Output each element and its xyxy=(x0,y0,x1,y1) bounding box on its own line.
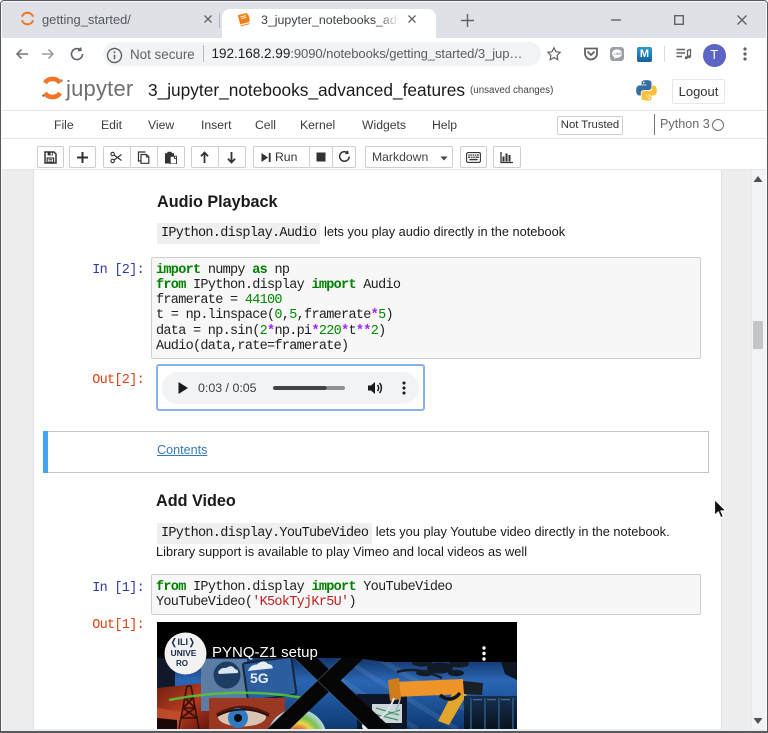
svg-text:RO: RO xyxy=(176,659,188,668)
svg-text:❬ILI❭: ❬ILI❭ xyxy=(170,637,196,648)
svg-text:5G: 5G xyxy=(250,670,269,686)
svg-text:LINE: LINE xyxy=(614,52,623,56)
svg-text:UNIVE: UNIVE xyxy=(171,648,197,658)
svg-text:PYNQ-Z1 setup: PYNQ-Z1 setup xyxy=(212,644,318,661)
